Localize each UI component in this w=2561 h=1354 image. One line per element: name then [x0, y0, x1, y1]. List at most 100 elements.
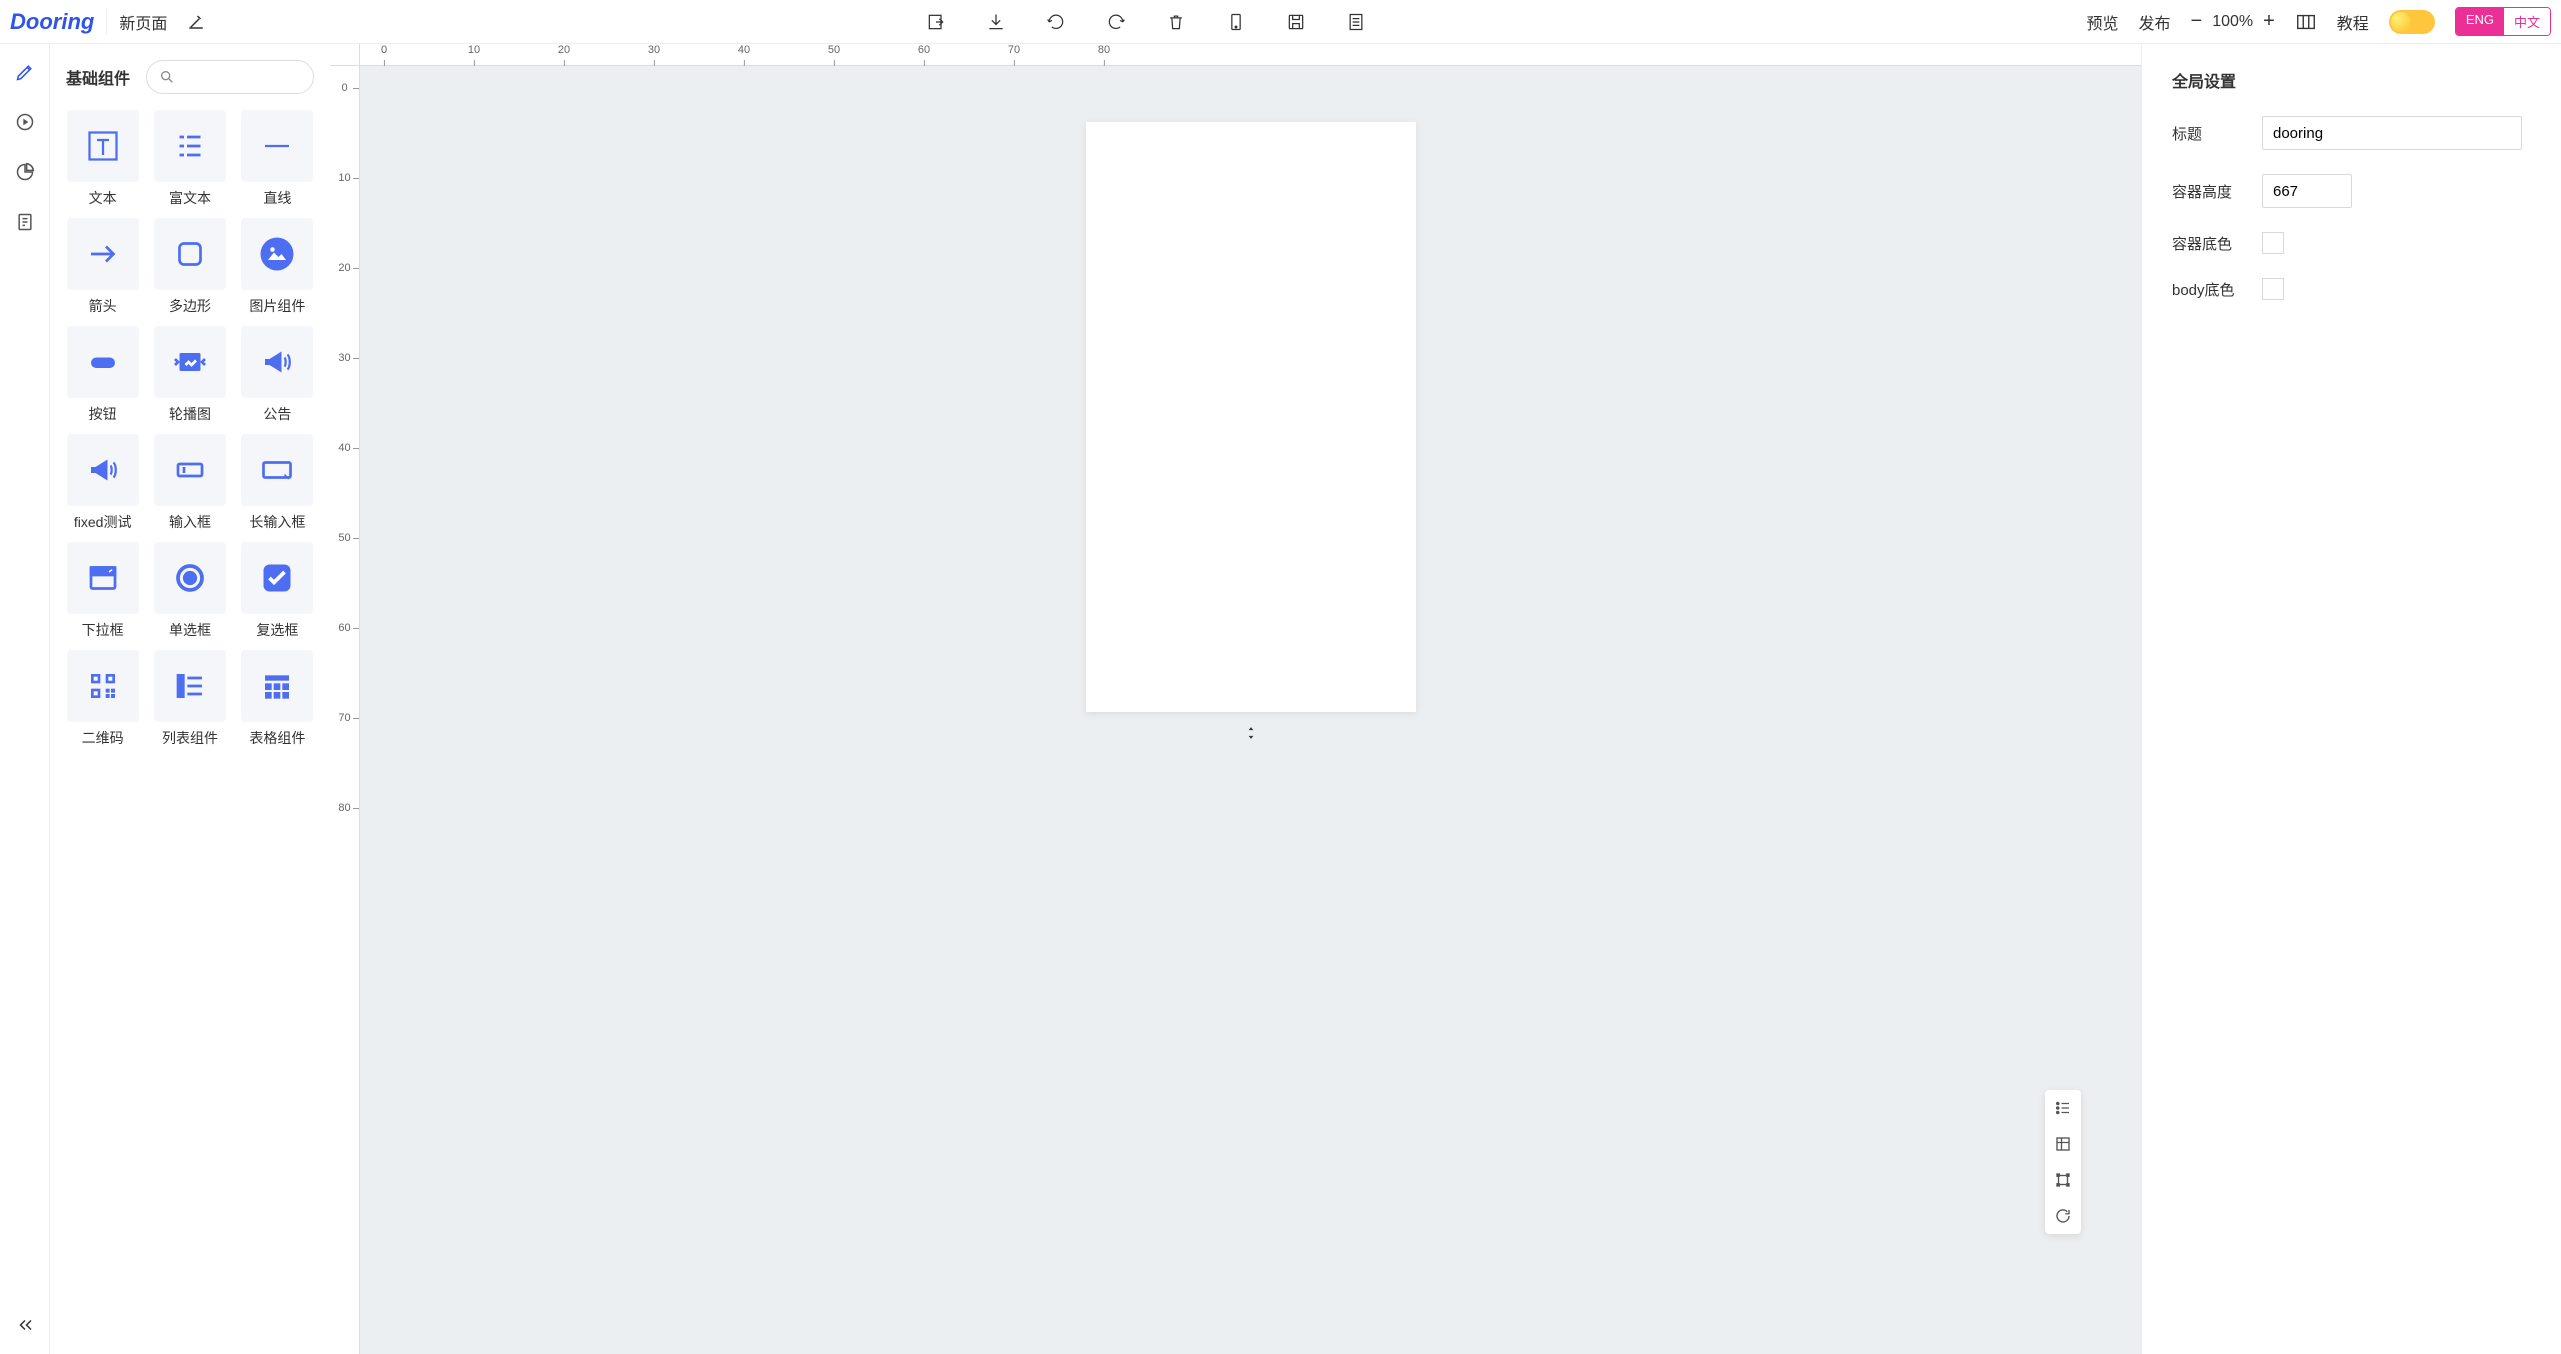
- component-label: 富文本: [169, 188, 211, 208]
- radio-icon: [154, 542, 226, 614]
- component-table[interactable]: 表格组件: [241, 650, 314, 748]
- component-label: 按钮: [89, 404, 117, 424]
- component-announce2[interactable]: fixed测试: [66, 434, 139, 532]
- main: 基础组件 文本富文本直线箭头多边形图片组件按钮轮播图公告fixed测试输入框长输…: [0, 44, 2561, 1354]
- mobile-icon[interactable]: [1226, 12, 1246, 32]
- component-richtext[interactable]: 富文本: [153, 110, 226, 208]
- zoom-out-button[interactable]: −: [2191, 10, 2203, 33]
- component-button[interactable]: 按钮: [66, 326, 139, 424]
- edit-icon[interactable]: [187, 13, 205, 31]
- collapse-icon[interactable]: [16, 1316, 34, 1334]
- delete-icon[interactable]: [1166, 12, 1186, 32]
- header-toolbar: [205, 12, 2086, 32]
- outline-icon[interactable]: [2045, 1090, 2081, 1126]
- image-icon: [241, 218, 313, 290]
- component-label: 列表组件: [162, 728, 218, 748]
- play-icon[interactable]: [15, 112, 35, 132]
- ruler-tick: 30: [330, 352, 359, 364]
- bodycolor-swatch[interactable]: [2262, 278, 2284, 300]
- theme-toggle[interactable]: [2389, 10, 2435, 34]
- pen-icon[interactable]: [15, 62, 35, 82]
- component-text[interactable]: 文本: [66, 110, 139, 208]
- preview-button[interactable]: 预览: [2086, 10, 2118, 34]
- component-label: 文本: [89, 188, 117, 208]
- bgcolor-swatch[interactable]: [2262, 232, 2284, 254]
- component-label: 复选框: [256, 620, 298, 640]
- undo-icon[interactable]: [1046, 12, 1066, 32]
- resize-handle-icon[interactable]: [1244, 726, 1258, 740]
- prop-title-label: 标题: [2172, 123, 2262, 144]
- chart-icon[interactable]: [15, 162, 35, 182]
- publish-button[interactable]: 发布: [2138, 10, 2170, 34]
- button-icon: [67, 326, 139, 398]
- ruler-corner: [330, 44, 360, 66]
- prop-bgcolor-label: 容器底色: [2172, 233, 2262, 254]
- canvas[interactable]: [1086, 122, 1416, 712]
- zoom-in-button[interactable]: +: [2263, 10, 2275, 33]
- component-label: 直线: [263, 188, 291, 208]
- ruler-horizontal: 01020304050607080: [360, 44, 2141, 66]
- prop-height-label: 容器高度: [2172, 181, 2262, 202]
- component-list[interactable]: 列表组件: [153, 650, 226, 748]
- redo-icon[interactable]: [1106, 12, 1126, 32]
- component-input2[interactable]: 长输入框: [241, 434, 314, 532]
- ruler-tick: 50: [828, 44, 840, 56]
- layers-icon[interactable]: [2045, 1126, 2081, 1162]
- refresh-icon[interactable]: [2045, 1198, 2081, 1234]
- table-icon: [241, 650, 313, 722]
- qrcode-icon: [67, 650, 139, 722]
- search-input[interactable]: [146, 60, 314, 94]
- group-icon[interactable]: [2045, 1162, 2081, 1198]
- ruler-tick: 30: [648, 44, 660, 56]
- component-carousel[interactable]: 轮播图: [153, 326, 226, 424]
- component-line[interactable]: 直线: [241, 110, 314, 208]
- component-arrow[interactable]: 箭头: [66, 218, 139, 316]
- component-label: 公告: [263, 404, 291, 424]
- announce-icon: [241, 326, 313, 398]
- checkbox-icon: [241, 542, 313, 614]
- download-icon[interactable]: [986, 12, 1006, 32]
- canvas-wrap[interactable]: [360, 66, 2141, 1354]
- prop-bgcolor: 容器底色: [2172, 232, 2531, 254]
- ruler-tick: 60: [330, 622, 359, 634]
- language-switch: ENG 中文: [2455, 7, 2551, 36]
- component-panel: 基础组件 文本富文本直线箭头多边形图片组件按钮轮播图公告fixed测试输入框长输…: [50, 44, 330, 1354]
- ruler-tick: 0: [330, 82, 359, 94]
- component-radio[interactable]: 单选框: [153, 542, 226, 640]
- component-image[interactable]: 图片组件: [241, 218, 314, 316]
- lang-cn[interactable]: 中文: [2504, 8, 2550, 35]
- line-icon: [241, 110, 313, 182]
- component-select[interactable]: 下拉框: [66, 542, 139, 640]
- properties-panel: 全局设置 标题 容器高度 容器底色 body底色: [2141, 44, 2561, 1354]
- component-grid: 文本 富文本 直线箭头多边形图片组件按钮 轮播图公告 fixed测试 输入框长输入框下拉框…: [66, 110, 314, 748]
- component-label: 下拉框: [82, 620, 124, 640]
- component-label: 表格组件: [249, 728, 305, 748]
- ruler-tick: 20: [558, 44, 570, 56]
- input-icon: [154, 434, 226, 506]
- ruler-tick: 0: [381, 44, 387, 56]
- ruler-tick: 60: [918, 44, 930, 56]
- lang-eng[interactable]: ENG: [2456, 8, 2504, 35]
- export-icon[interactable]: [926, 12, 946, 32]
- title-input[interactable]: [2262, 116, 2522, 150]
- component-label: 单选框: [169, 620, 211, 640]
- search-icon: [159, 69, 175, 85]
- ruler-tick: 10: [330, 172, 359, 184]
- component-checkbox[interactable]: 复选框: [241, 542, 314, 640]
- tutorial-button[interactable]: 教程: [2337, 10, 2369, 34]
- prop-title: 标题: [2172, 116, 2531, 150]
- component-input[interactable]: 输入框: [153, 434, 226, 532]
- prop-bodycolor: body底色: [2172, 278, 2531, 300]
- template-icon[interactable]: [1346, 12, 1366, 32]
- component-qrcode[interactable]: 二维码: [66, 650, 139, 748]
- height-input[interactable]: [2262, 174, 2352, 208]
- component-label: 长输入框: [249, 512, 305, 532]
- component-announce[interactable]: 公告: [241, 326, 314, 424]
- component-polygon[interactable]: 多边形: [153, 218, 226, 316]
- form-icon[interactable]: [15, 212, 35, 232]
- logo[interactable]: Dooring: [10, 9, 107, 35]
- save-icon[interactable]: [1286, 12, 1306, 32]
- grid-icon[interactable]: [2295, 11, 2317, 33]
- component-label: fixed测试: [74, 512, 132, 532]
- ruler-tick: 20: [330, 262, 359, 274]
